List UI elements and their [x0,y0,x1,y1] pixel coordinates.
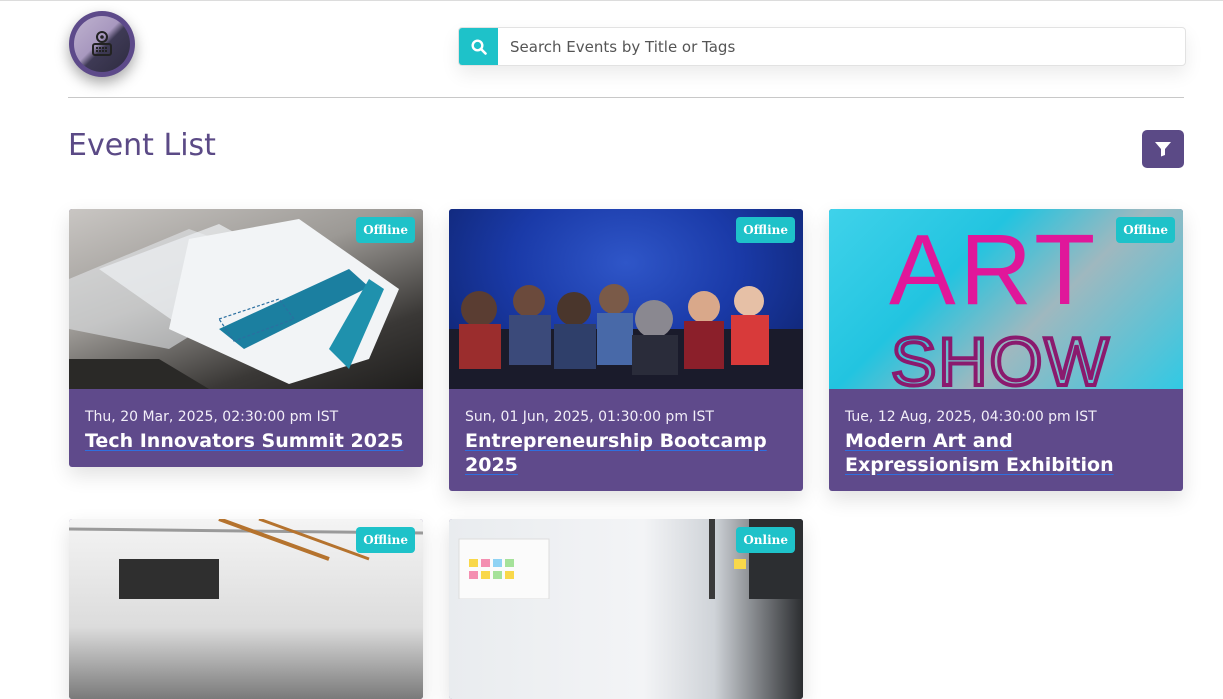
event-image: Offline [449,209,803,389]
search-button[interactable] [459,28,498,65]
event-mode-badge: Offline [356,527,415,553]
event-title[interactable]: Entrepreneurship Bootcamp 2025 [465,429,787,477]
header-divider [68,97,1184,98]
event-card[interactable]: Online [449,519,803,699]
event-card[interactable]: Offline Thu, 20 Mar, 2025, 02:30:00 pm I… [69,209,423,467]
event-date: Sun, 01 Jun, 2025, 01:30:00 pm IST [465,409,714,425]
event-projector-logo-icon [74,16,130,72]
event-mode-badge: Offline [736,217,795,243]
event-date: Tue, 12 Aug, 2025, 04:30:00 pm IST [845,409,1097,425]
search-icon [470,38,487,55]
event-image: Online [449,519,803,699]
event-image-text-art: ART [889,214,1099,326]
event-card[interactable]: Offline Sun, 01 Jun, 2025, 01:30:00 pm I… [449,209,803,491]
event-mode-badge: Online [736,527,795,553]
event-title[interactable]: Tech Innovators Summit 2025 [85,429,407,453]
event-mode-badge: Offline [356,217,415,243]
app-logo[interactable] [69,11,135,77]
event-card[interactable]: ART SHOW Offline Tue, 12 Aug, 2025, 04:3… [829,209,1183,491]
event-image: ART SHOW Offline [829,209,1183,389]
event-date: Thu, 20 Mar, 2025, 02:30:00 pm IST [85,409,339,425]
event-image: Offline [69,519,423,699]
search-bar [458,27,1186,66]
search-input[interactable] [498,28,1185,65]
event-image: Offline [69,209,423,389]
filter-icon [1155,142,1171,157]
filter-button[interactable] [1142,130,1184,168]
event-title[interactable]: Modern Art and Expressionism Exhibition [845,429,1167,477]
page-title: Event List [68,128,216,163]
event-image-text-show: SHOW [891,324,1111,389]
event-card[interactable]: Offline [69,519,423,699]
event-mode-badge: Offline [1116,217,1175,243]
